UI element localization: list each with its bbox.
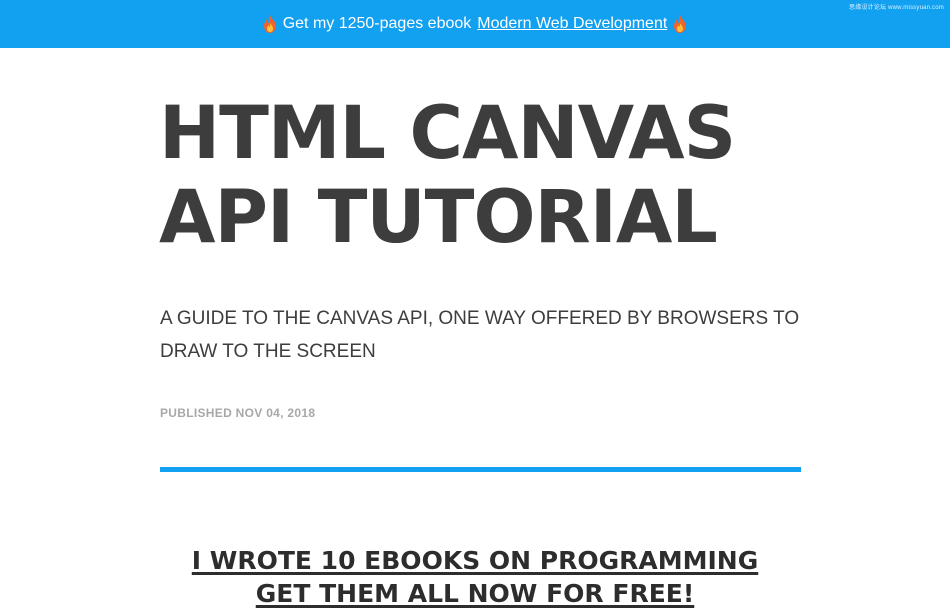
title-line-2: API TUTORIAL xyxy=(159,175,718,260)
title-line-1: HTML CANVAS xyxy=(159,91,736,176)
page-title: HTML CANVAS API TUTORIAL xyxy=(159,92,799,260)
banner-text: Get my 1250-pages ebook xyxy=(282,15,472,32)
ebook-promo: I WROTE 10 EBOOKS ON PROGRAMMING GET THE… xyxy=(0,544,950,610)
section-divider xyxy=(160,467,801,472)
fire-icon xyxy=(263,15,276,33)
promo-link[interactable]: I WROTE 10 EBOOKS ON PROGRAMMING GET THE… xyxy=(192,546,758,608)
published-date: PUBLISHED NOV 04, 2018 xyxy=(160,406,316,420)
top-banner: Get my 1250-pages ebook Modern Web Devel… xyxy=(0,0,950,48)
promo-line-1: I WROTE 10 EBOOKS ON PROGRAMMING xyxy=(191,546,759,575)
ebook-link[interactable]: Modern Web Development xyxy=(477,15,667,33)
page-subtitle: A GUIDE TO THE CANVAS API, ONE WAY OFFER… xyxy=(160,308,800,362)
watermark: 思缘设计论坛 www.missyuan.com xyxy=(849,5,944,11)
fire-icon xyxy=(674,15,687,33)
promo-line-2: GET THEM ALL NOW FOR FREE! xyxy=(255,579,695,608)
